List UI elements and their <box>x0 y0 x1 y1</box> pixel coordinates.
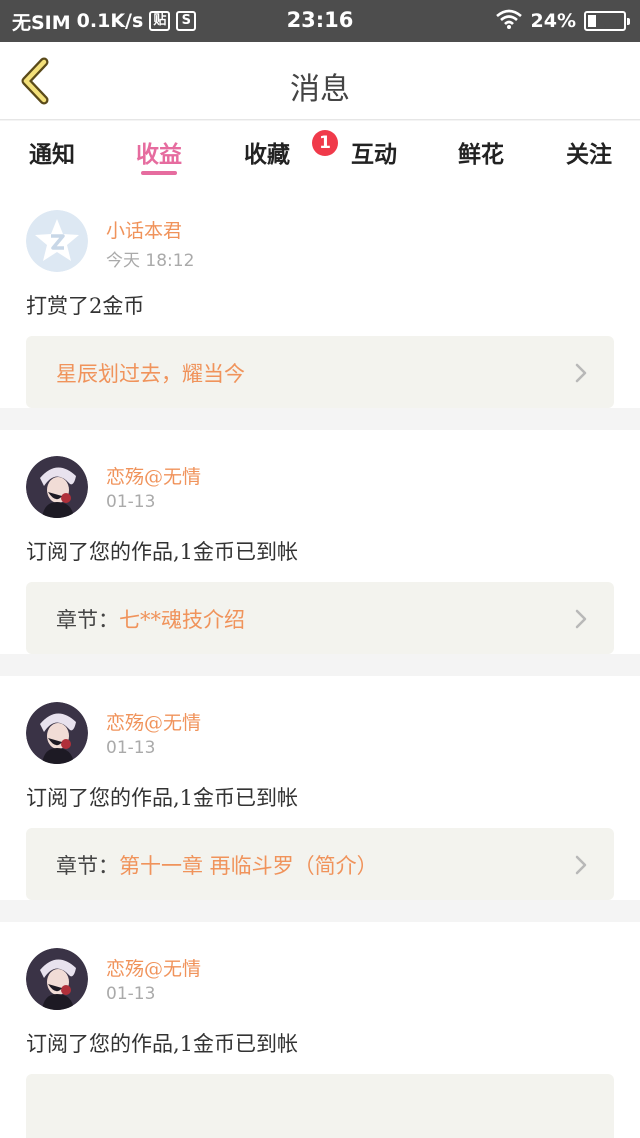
avatar[interactable] <box>26 210 88 272</box>
message-list: 小话本君 今天 18:12 打赏了2金币 星辰划过去，耀当今 恋殇@无情 01-… <box>0 184 640 1138</box>
tab-flowers[interactable]: 鲜花 <box>441 135 521 169</box>
tab-follows[interactable]: 关注 <box>549 135 629 169</box>
timestamp: 01-13 <box>106 492 156 512</box>
chevron-right-icon <box>575 363 587 383</box>
active-tab-indicator <box>141 171 177 175</box>
ref-title: 第十一章 再临斗罗（简介） <box>119 854 378 878</box>
avatar[interactable] <box>26 948 88 1010</box>
anime-character-avatar-icon <box>26 456 88 518</box>
ref-label: 章节： <box>56 608 119 632</box>
tab-notifications[interactable]: 通知 <box>12 135 92 169</box>
username[interactable]: 恋殇@无情 <box>106 462 201 489</box>
timestamp: 01-13 <box>106 738 156 758</box>
avatar[interactable] <box>26 702 88 764</box>
work-reference-link[interactable]: 星辰划过去，耀当今 <box>26 336 614 408</box>
anime-character-avatar-icon <box>26 948 88 1010</box>
ref-label: 章节： <box>56 854 119 878</box>
battery-icon <box>584 11 630 31</box>
wifi-icon <box>495 9 523 34</box>
username[interactable]: 恋殇@无情 <box>106 954 201 981</box>
list-item: 恋殇@无情 01-13 订阅了您的作品,1金币已到帐 <box>0 922 640 1138</box>
action-text: 订阅了您的作品,1金币已到帐 <box>26 540 299 564</box>
timestamp: 01-13 <box>106 984 156 1004</box>
list-item: 小话本君 今天 18:12 打赏了2金币 星辰划过去，耀当今 <box>0 184 640 408</box>
battery-percent: 24% <box>530 10 576 32</box>
app-header: 消息 <box>0 42 640 120</box>
tab-bar: 通知 收益 收藏 1 互动 鲜花 关注 <box>0 121 640 184</box>
default-star-avatar-icon <box>26 210 88 272</box>
tab-earnings[interactable]: 收益 <box>119 135 199 169</box>
action-text: 订阅了您的作品,1金币已到帐 <box>26 1032 299 1056</box>
action-text: 打赏了2金币 <box>26 294 145 318</box>
anime-character-avatar-icon <box>26 702 88 764</box>
card-header: 小话本君 今天 18:12 <box>26 184 614 272</box>
chevron-right-icon <box>575 855 587 875</box>
action-text: 订阅了您的作品,1金币已到帐 <box>26 786 299 810</box>
chapter-reference-link[interactable]: 章节：七**魂技介绍 <box>26 582 614 654</box>
status-right: 24% <box>495 9 630 34</box>
timestamp: 今天 18:12 <box>106 251 195 271</box>
battery-level-fill <box>588 15 597 27</box>
chapter-reference-link[interactable] <box>26 1074 614 1138</box>
tab-favorites[interactable]: 收藏 1 <box>227 130 338 169</box>
chapter-reference-link[interactable]: 章节：第十一章 再临斗罗（简介） <box>26 828 614 900</box>
ref-title: 七**魂技介绍 <box>119 608 245 632</box>
card-header: 恋殇@无情 01-13 <box>26 922 614 1010</box>
tab-interactions[interactable]: 互动 <box>334 135 414 169</box>
ref-title: 星辰划过去，耀当今 <box>56 362 245 386</box>
username[interactable]: 恋殇@无情 <box>106 708 201 735</box>
list-item: 恋殇@无情 01-13 订阅了您的作品,1金币已到帐 章节：七**魂技介绍 <box>0 430 640 654</box>
chevron-right-icon <box>575 609 587 629</box>
card-header: 恋殇@无情 01-13 <box>26 430 614 518</box>
page-title: 消息 <box>290 72 350 107</box>
list-item: 恋殇@无情 01-13 订阅了您的作品,1金币已到帐 章节：第十一章 再临斗罗（… <box>0 676 640 900</box>
avatar[interactable] <box>26 456 88 518</box>
card-header: 恋殇@无情 01-13 <box>26 676 614 764</box>
username[interactable]: 小话本君 <box>106 216 182 243</box>
status-bar: 无SIM 0.1K/s 贴 S 23:16 24% <box>0 0 640 42</box>
